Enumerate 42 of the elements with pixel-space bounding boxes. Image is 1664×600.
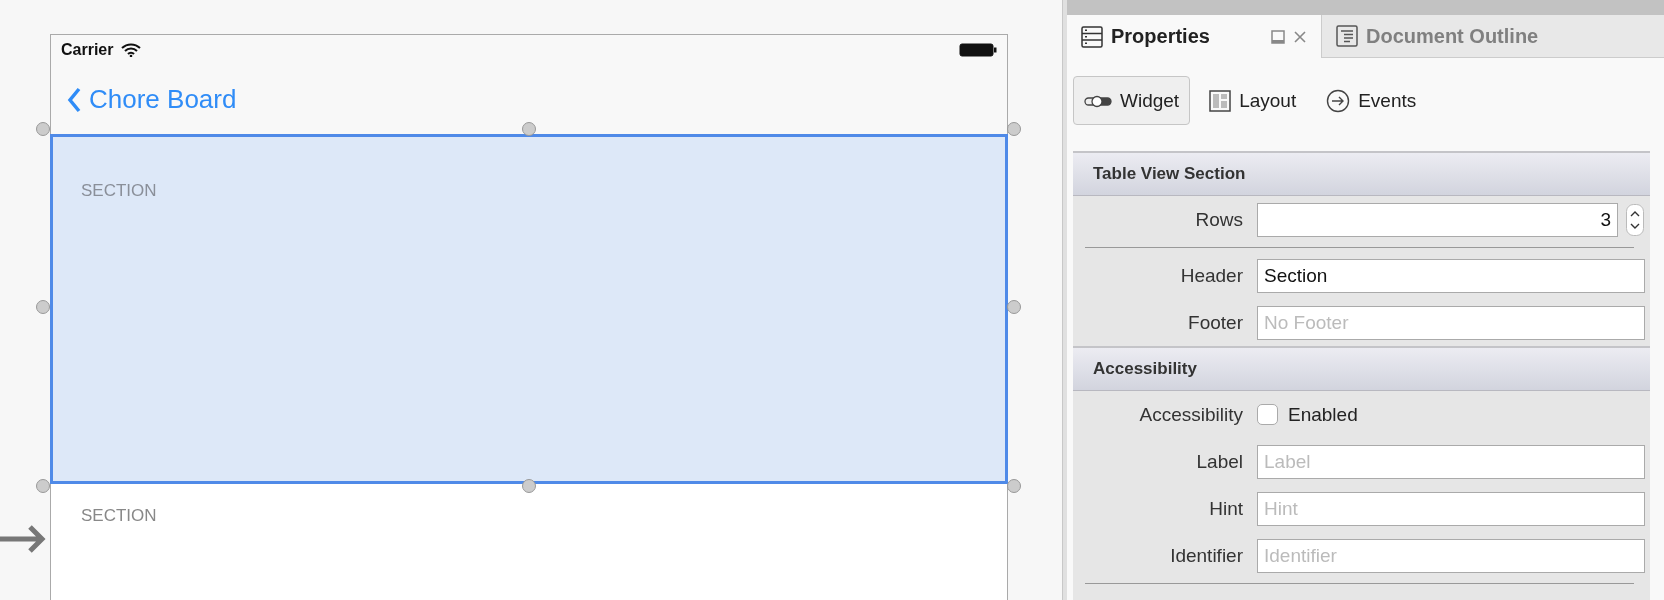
resize-handle[interactable] [1007, 479, 1021, 493]
dock-icon[interactable] [1271, 29, 1285, 44]
text-field[interactable]: Label [1257, 444, 1645, 479]
battery-icon [959, 43, 997, 57]
resize-handle[interactable] [1007, 122, 1021, 136]
resize-handle[interactable] [1007, 300, 1021, 314]
close-icon[interactable] [1293, 29, 1307, 44]
text-field[interactable]: No Footer [1257, 305, 1645, 340]
mode-button[interactable]: Events [1315, 76, 1428, 125]
resize-handle[interactable] [36, 479, 50, 493]
text-field[interactable]: Section [1257, 258, 1645, 293]
group-header: Accessibility [1073, 346, 1650, 391]
list-icon [1081, 25, 1103, 48]
mode-button[interactable]: Layout [1198, 76, 1308, 125]
field-label: Accessibility [1138, 403, 1243, 426]
mode-button[interactable]: Widget [1073, 76, 1191, 125]
document-icon [1336, 25, 1358, 47]
field-label: Identifier [1169, 544, 1243, 567]
text-field[interactable]: Hint [1257, 491, 1645, 526]
toggle-icon [1084, 93, 1112, 108]
stepper-icon[interactable] [1626, 203, 1644, 236]
group-header: Table View Section [1073, 151, 1650, 196]
resize-handle[interactable] [36, 122, 50, 136]
text-field[interactable]: Identifier [1257, 538, 1645, 573]
layout-icon [1209, 89, 1232, 112]
table-section[interactable]: SECTION [51, 484, 1007, 600]
field-label: Header [1179, 264, 1243, 287]
number-field[interactable]: 3 [1257, 202, 1618, 237]
field-label: Hint [1208, 497, 1243, 520]
field-label: Footer [1187, 311, 1243, 334]
checkbox-label: Enabled [1288, 403, 1358, 426]
section-header: SECTION [81, 181, 157, 201]
chevron-left-icon [67, 86, 81, 113]
field-label: Label [1195, 450, 1243, 473]
section-header: SECTION [81, 506, 157, 526]
wifi-icon [121, 43, 142, 57]
resize-handle[interactable] [36, 300, 50, 314]
checkbox[interactable] [1257, 404, 1278, 425]
arrow-circle-icon [1326, 88, 1351, 113]
field-label: Rows [1194, 208, 1243, 231]
entry-arrow-icon [0, 524, 46, 554]
carrier-label: Carrier [61, 41, 114, 59]
